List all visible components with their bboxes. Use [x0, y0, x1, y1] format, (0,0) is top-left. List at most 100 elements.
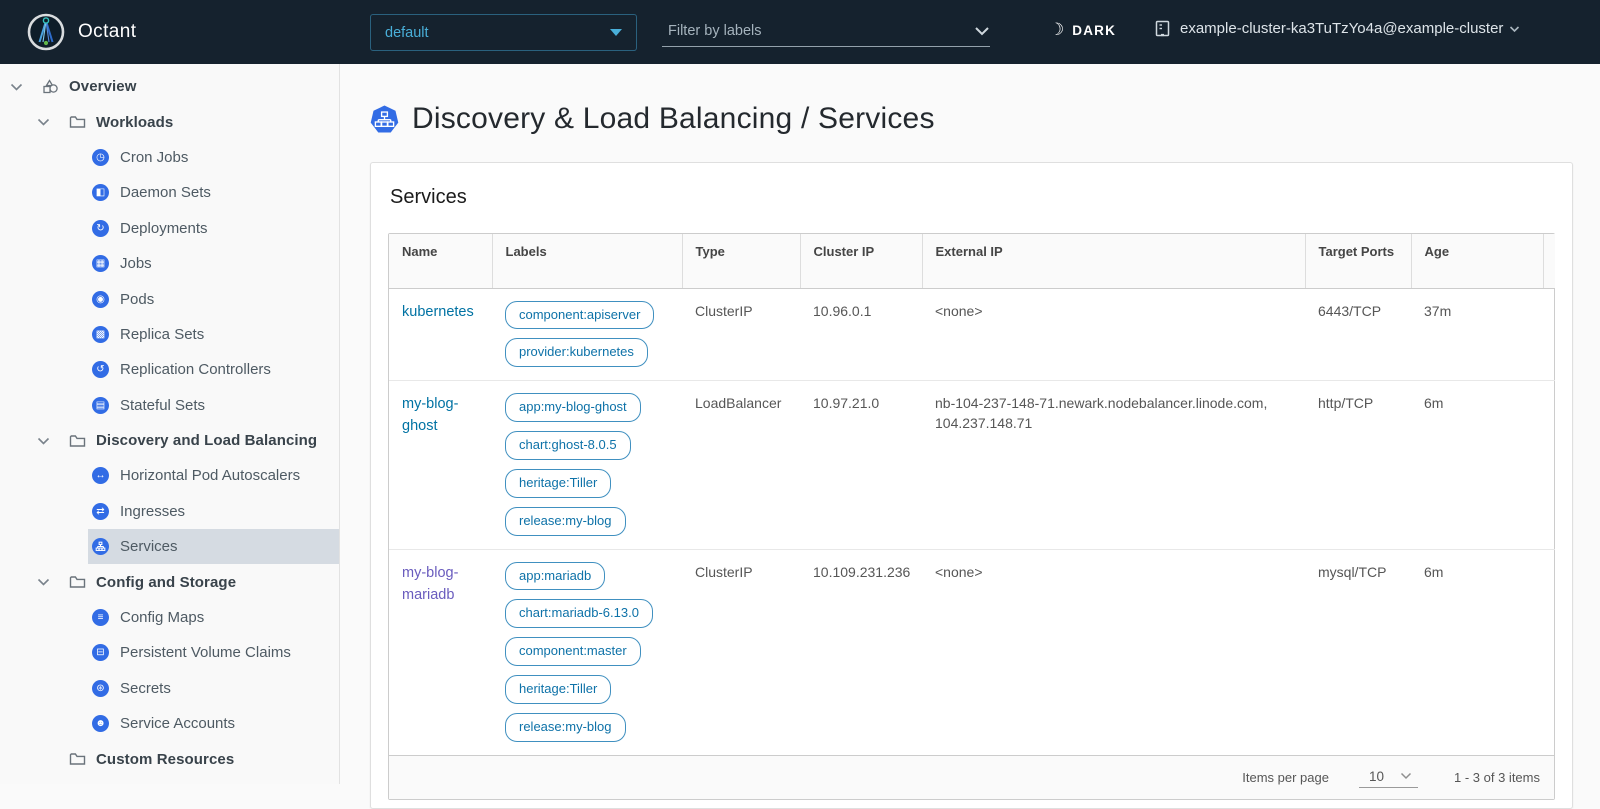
- table-row: my-blog-mariadb app:mariadb chart:mariadb-…: [389, 549, 1555, 755]
- sidebar-item-config-maps[interactable]: ≡Config Maps: [0, 600, 339, 635]
- sidebar-item-overview[interactable]: Overview: [0, 69, 339, 104]
- column-header-external-ip: External IP: [922, 234, 1305, 288]
- moon-icon: ☾: [1049, 20, 1064, 40]
- persistent-volume-claims-icon: ⊟: [92, 644, 109, 661]
- label-badge[interactable]: heritage:Tiller: [505, 469, 611, 498]
- table-row: kubernetes component:apiserver provider:ku…: [389, 288, 1555, 381]
- items-per-page-label: Items per page: [1242, 770, 1329, 785]
- overview-icon: [42, 79, 59, 95]
- external-ip-cell: <none>: [922, 288, 1305, 381]
- label-badge[interactable]: release:my-blog: [505, 713, 626, 742]
- sidebar-item-label: Horizontal Pod Autoscalers: [120, 467, 300, 484]
- sidebar-item-label: Discovery and Load Balancing: [96, 432, 317, 449]
- sidebar-item-label: Replication Controllers: [120, 361, 271, 378]
- dark-label: DARK: [1072, 23, 1116, 38]
- dark-mode-toggle[interactable]: ☾ DARK: [1049, 20, 1116, 40]
- filter-labels-input[interactable]: Filter by labels: [662, 16, 990, 47]
- label-badge[interactable]: provider:kubernetes: [505, 338, 648, 367]
- caret-down-icon: [610, 29, 622, 36]
- sidebar-item-label: Stateful Sets: [120, 397, 205, 414]
- octant-logo-icon: [27, 13, 65, 51]
- sidebar-item-pods[interactable]: ◉Pods: [0, 281, 339, 316]
- sidebar-nav: Overview Workloads ◷Cron Jobs◧Daemon Sets↻…: [0, 64, 340, 784]
- sidebar-item-daemon-sets[interactable]: ◧Daemon Sets: [0, 175, 339, 210]
- column-header-target-ports: Target Ports: [1305, 234, 1411, 288]
- chevron-down-icon[interactable]: [37, 434, 51, 448]
- sidebar-item-deployments[interactable]: ↻Deployments: [0, 211, 339, 246]
- spacer-cell: [1543, 549, 1555, 755]
- workloads-icon: [69, 115, 86, 129]
- sidebar-item-label: Secrets: [120, 680, 171, 697]
- namespace-select[interactable]: default: [370, 14, 637, 51]
- sidebar-item-stateful-sets[interactable]: ▤Stateful Sets: [0, 388, 339, 423]
- sidebar-item-replica-sets[interactable]: ▩ Replica Sets: [0, 317, 339, 352]
- sidebar-item-label: Overview: [69, 78, 137, 95]
- pagination-range: 1 - 3 of 3 items: [1454, 770, 1540, 785]
- label-badge[interactable]: chart:ghost-8.0.5: [505, 431, 631, 460]
- daemon-sets-icon: ◧: [92, 184, 109, 201]
- external-ip-cell: <none>: [922, 549, 1305, 755]
- chevron-down-icon[interactable]: [37, 115, 51, 129]
- cluster-ip-cell: 10.97.21.0: [800, 381, 922, 549]
- target-ports-cell: 6443/TCP: [1305, 288, 1411, 381]
- sidebar-item-label: Pods: [120, 291, 154, 308]
- ingresses-icon: ⇄: [92, 503, 109, 520]
- label-badge[interactable]: chart:mariadb-6.13.0: [505, 599, 653, 628]
- service-link[interactable]: kubernetes: [402, 304, 474, 320]
- column-header-labels: Labels: [492, 234, 682, 288]
- chevron-down-icon: [1509, 25, 1520, 33]
- chevron-down-icon[interactable]: [10, 80, 24, 94]
- label-badge[interactable]: app:mariadb: [505, 562, 605, 591]
- label-badge[interactable]: component:master: [505, 637, 641, 666]
- service-link[interactable]: my-blog-ghost: [402, 396, 458, 434]
- sidebar-item-cron-jobs[interactable]: ◷Cron Jobs: [0, 140, 339, 175]
- sidebar-item-secrets[interactable]: ⊛ Secrets: [0, 671, 339, 706]
- label-badge[interactable]: component:apiserver: [505, 301, 654, 330]
- secrets-icon: ⊛: [92, 680, 109, 697]
- sidebar-item-service-accounts[interactable]: ☻Service Accounts: [0, 706, 339, 741]
- sidebar-item-services[interactable]: Services: [0, 529, 339, 564]
- cluster-ip-cell: 10.96.0.1: [800, 288, 922, 381]
- sidebar-item-jobs[interactable]: ▦Jobs: [0, 246, 339, 281]
- page-title: Discovery & Load Balancing / Services: [412, 102, 935, 136]
- sidebar-item-config-and-storage[interactable]: Config and Storage: [0, 564, 339, 599]
- sidebar-item-label: Workloads: [96, 114, 173, 131]
- sidebar-item-label: Config and Storage: [96, 574, 236, 591]
- discovery-load-balancing-icon: [69, 434, 86, 448]
- cluster-context-select[interactable]: example-cluster-ka3TuTzYo4a@example-clus…: [1154, 20, 1520, 37]
- items-per-page-select[interactable]: 10: [1359, 767, 1418, 788]
- services-card: Services NameLabelsTypeCluster IPExterna…: [370, 162, 1573, 809]
- sidebar-item-workloads[interactable]: Workloads: [0, 104, 339, 139]
- config-and-storage-icon: [69, 575, 86, 589]
- label-badge[interactable]: app:my-blog-ghost: [505, 393, 641, 422]
- table-row: my-blog-ghost app:my-blog-ghost chart:ghos…: [389, 381, 1555, 549]
- replica-sets-icon: ▩: [92, 326, 109, 343]
- services-icon: [92, 538, 109, 555]
- table-body: kubernetes component:apiserver provider:ku…: [389, 288, 1555, 755]
- sidebar-item-ingresses[interactable]: ⇄ Ingresses: [0, 494, 339, 529]
- sidebar-item-persistent-volume-claims[interactable]: ⊟ Persistent Volume Claims: [0, 635, 339, 670]
- table-footer: Items per page 10 1 - 3 of 3 items: [389, 755, 1554, 799]
- external-ip-cell: nb-104-237-148-71.newark.nodebalancer.li…: [922, 381, 1305, 549]
- card-title: Services: [390, 186, 1555, 209]
- chevron-down-icon[interactable]: [37, 575, 51, 589]
- services-icon: [370, 105, 399, 134]
- label-badge[interactable]: release:my-blog: [505, 507, 626, 536]
- sidebar-item-label: Persistent Volume Claims: [120, 644, 291, 661]
- column-header-type: Type: [682, 234, 800, 288]
- column-header-age: Age: [1411, 234, 1543, 288]
- service-accounts-icon: ☻: [92, 715, 109, 732]
- sidebar-item-discovery-load-balancing[interactable]: Discovery and Load Balancing: [0, 423, 339, 458]
- sidebar-item-horizontal-pod-autoscalers[interactable]: ↔Horizontal Pod Autoscalers: [0, 458, 339, 493]
- sidebar-item-custom-resources[interactable]: Custom Resources: [0, 741, 339, 776]
- sidebar-item-label: Ingresses: [120, 503, 185, 520]
- replication-controllers-icon: ↺: [92, 361, 109, 378]
- top-bar: Octant default Filter by labels ☾ DARK e…: [0, 0, 1600, 64]
- service-link[interactable]: my-blog-mariadb: [402, 565, 458, 603]
- target-ports-cell: mysql/TCP: [1305, 549, 1411, 755]
- config-maps-icon: ≡: [92, 609, 109, 626]
- sidebar-item-replication-controllers[interactable]: ↺ Replication Controllers: [0, 352, 339, 387]
- label-badge[interactable]: heritage:Tiller: [505, 675, 611, 704]
- type-cell: ClusterIP: [682, 549, 800, 755]
- sidebar-item-label: Replica Sets: [120, 326, 204, 343]
